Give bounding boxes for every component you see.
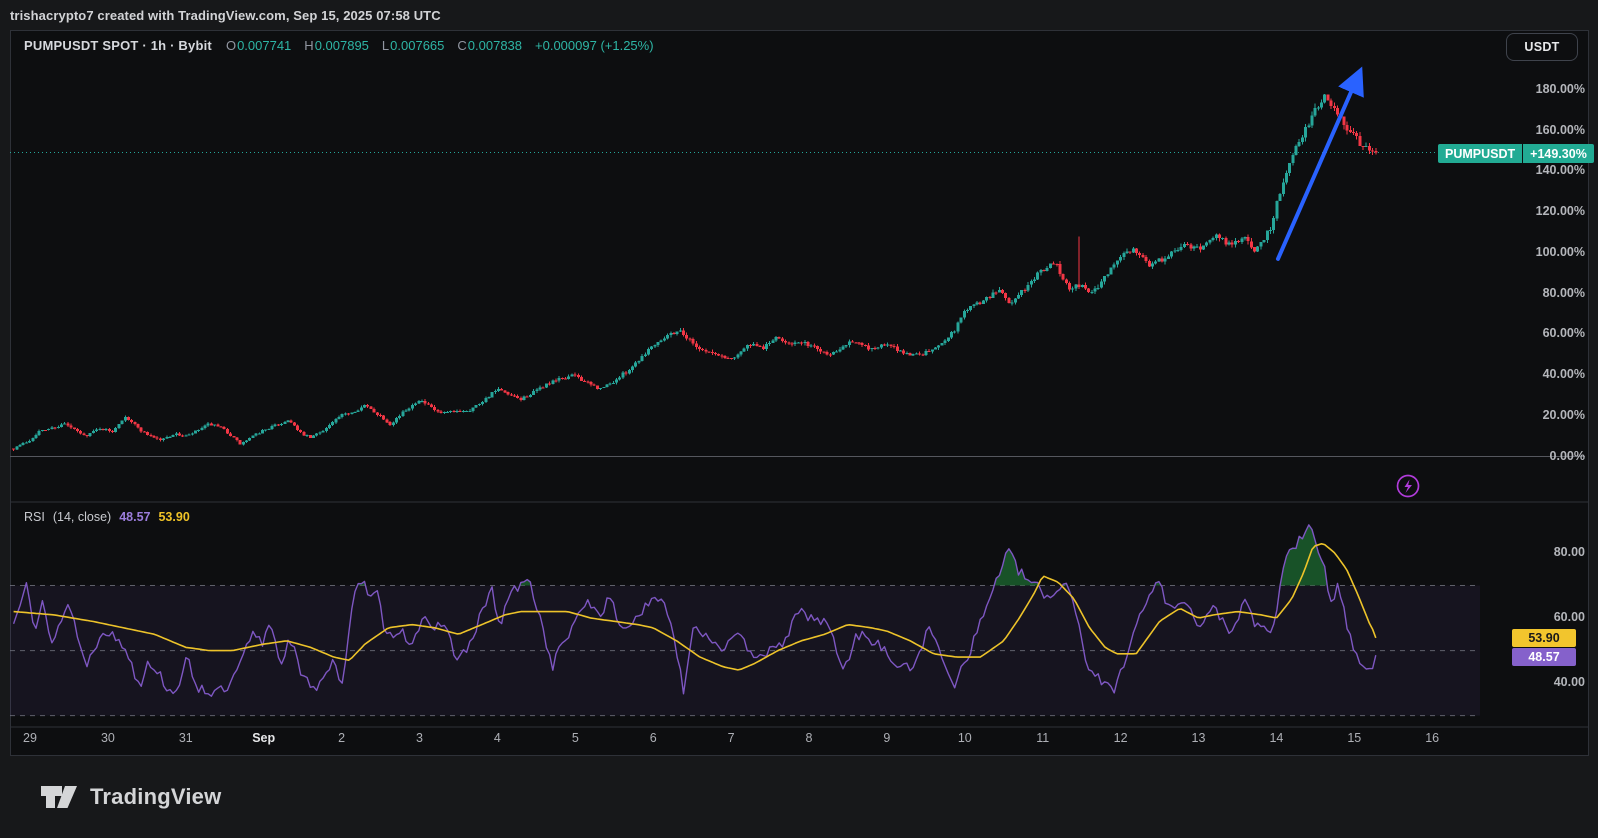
time-tick-13: 13 [1192, 731, 1206, 745]
candles-layer[interactable] [12, 94, 1377, 451]
ohlc-values: O0.007741 H0.007895 L0.007665 C0.007838 … [226, 38, 654, 53]
change-value: +0.000097 (+1.25%) [535, 38, 654, 53]
time-tick-15: 15 [1347, 731, 1361, 745]
price-tick-160: 160.00% [1536, 123, 1585, 137]
price-tick-100: 100.00% [1536, 245, 1585, 259]
chart-canvas[interactable] [0, 0, 1598, 838]
price-tick-0: 0.00% [1550, 449, 1585, 463]
high-value: 0.007895 [315, 38, 369, 53]
price-tick-80: 80.00% [1543, 286, 1585, 300]
rsi-tick-40: 40.00 [1554, 675, 1585, 689]
footer: TradingView [0, 756, 1598, 838]
lightning-bolt-glyph [1405, 480, 1413, 494]
rsi-ma-value: 53.90 [158, 510, 189, 524]
time-tick-10: 10 [958, 731, 972, 745]
time-tick-11: 11 [1036, 731, 1049, 745]
time-tick-31: 31 [179, 731, 193, 745]
time-tick-8: 8 [806, 731, 813, 745]
close-label: C [457, 38, 466, 53]
price-tick-20: 20.00% [1543, 408, 1585, 422]
time-tick-Sep: Sep [252, 731, 275, 745]
price-tick-120: 120.00% [1536, 204, 1585, 218]
time-tick-30: 30 [101, 731, 115, 745]
rsi-legend: RSI (14, close) 48.57 53.90 [24, 510, 190, 524]
time-tick-7: 7 [728, 731, 735, 745]
last-price-badge: PUMPUSDT +149.30% [1438, 144, 1594, 163]
open-label: O [226, 38, 236, 53]
close-value: 0.007838 [468, 38, 522, 53]
time-tick-14: 14 [1269, 731, 1283, 745]
price-tick-140: 140.00% [1536, 163, 1585, 177]
rsi-tick-80: 80.00 [1554, 545, 1585, 559]
time-tick-16: 16 [1425, 731, 1439, 745]
price-tick-180: 180.00% [1536, 82, 1585, 96]
rsi-badge: 48.57 [1512, 648, 1576, 666]
rsi-params: (14, close) [53, 510, 111, 524]
tradingview-logo-text[interactable]: TradingView [90, 784, 221, 810]
tradingview-logo-icon[interactable] [40, 783, 78, 811]
time-tick-2: 2 [338, 731, 345, 745]
last-price-value: +149.30% [1522, 144, 1594, 163]
rsi-title[interactable]: RSI [24, 510, 45, 524]
time-tick-6: 6 [650, 731, 657, 745]
last-price-symbol: PUMPUSDT [1438, 144, 1522, 163]
rsi-value: 48.57 [119, 510, 150, 524]
time-tick-29: 29 [23, 731, 37, 745]
snapshot-page: trishacrypto7 created with TradingView.c… [0, 0, 1598, 838]
symbol-title[interactable]: PUMPUSDT SPOT · 1h · Bybit [24, 38, 212, 53]
price-tick-40: 40.00% [1543, 367, 1585, 381]
rsi-ma-badge: 53.90 [1512, 629, 1576, 647]
time-tick-3: 3 [416, 731, 423, 745]
time-tick-5: 5 [572, 731, 579, 745]
high-label: H [304, 38, 313, 53]
low-label: L [382, 38, 389, 53]
symbol-header: PUMPUSDT SPOT · 1h · Bybit O0.007741 H0.… [24, 38, 654, 53]
time-tick-4: 4 [494, 731, 501, 745]
currency-button[interactable]: USDT [1506, 33, 1578, 61]
time-tick-9: 9 [883, 731, 890, 745]
low-value: 0.007665 [390, 38, 444, 53]
rsi-tick-60: 60.00 [1554, 610, 1585, 624]
open-value: 0.007741 [237, 38, 291, 53]
price-tick-60: 60.00% [1543, 326, 1585, 340]
time-tick-12: 12 [1114, 731, 1128, 745]
